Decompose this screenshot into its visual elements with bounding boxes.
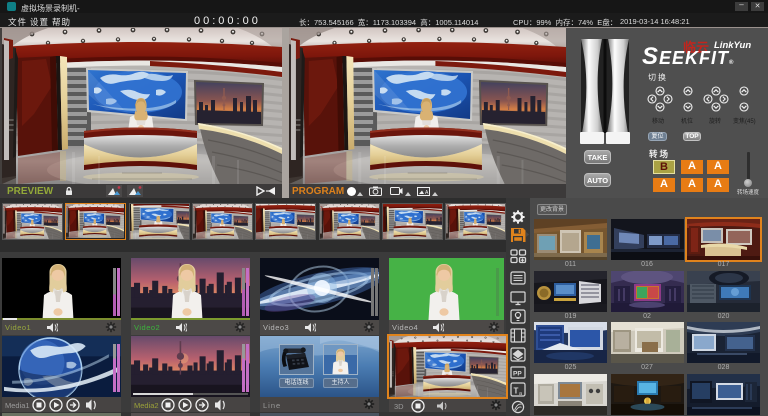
svg-text:PP: PP	[513, 371, 522, 378]
svg-text:T: T	[514, 387, 519, 396]
